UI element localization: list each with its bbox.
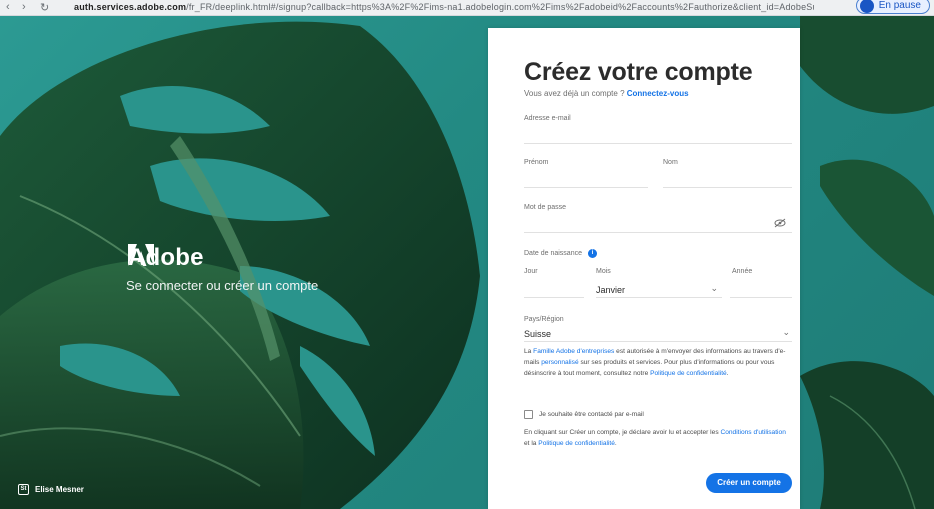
terms-text: En cliquant sur Créer un compte, je décl… xyxy=(524,427,792,449)
country-value: Suisse xyxy=(524,329,552,339)
email-contact-checkbox[interactable] xyxy=(524,410,533,419)
lastname-field[interactable] xyxy=(663,170,792,188)
forward-icon[interactable]: › xyxy=(22,1,26,13)
year-label: Année xyxy=(732,268,753,275)
email-contact-label: Je souhaite être contacté par e-mail xyxy=(539,411,644,418)
legal-text: En cliquant sur Créer un compte, je décl… xyxy=(524,429,721,436)
adobe-family-link[interactable]: Famille Adobe d'entreprises xyxy=(533,348,614,355)
legal-text: et la xyxy=(524,440,539,447)
signup-card: Créez votre compte Vous avez déjà un com… xyxy=(488,28,800,509)
month-value: Janvier xyxy=(596,285,626,295)
photo-credit-name: Elise Mesner xyxy=(35,485,84,494)
legal-text: . xyxy=(614,440,617,447)
adobe-branding: Adobe Se connecter ou créer un compte xyxy=(126,244,319,293)
adobe-stock-icon: St xyxy=(18,484,29,495)
country-select[interactable]: Suisse ⌄ xyxy=(524,325,792,342)
have-account-text: Vous avez déjà un compte ? xyxy=(524,89,625,98)
pause-label: En pause xyxy=(878,0,921,11)
info-icon[interactable]: i xyxy=(588,249,597,258)
privacy-policy-link[interactable]: Politique de confidentialité xyxy=(538,440,615,447)
email-field[interactable] xyxy=(524,126,792,144)
reload-icon[interactable]: ↻ xyxy=(40,1,49,14)
day-field[interactable] xyxy=(524,280,584,298)
privacy-policy-link[interactable]: Politique de confidentialité xyxy=(650,370,727,377)
adobe-logo-icon xyxy=(128,244,154,266)
page-title: Créez votre compte xyxy=(524,58,753,86)
address-bar[interactable]: auth.services.adobe.com/fr_FR/deeplink.h… xyxy=(74,2,814,14)
legal-text: La xyxy=(524,348,534,355)
dob-label: Date de naissance xyxy=(524,250,582,257)
sign-in-link[interactable]: Connectez-vous xyxy=(627,89,689,98)
chevron-down-icon: ⌄ xyxy=(782,327,790,337)
url-host: auth.services.adobe.com xyxy=(74,2,187,12)
day-label: Jour xyxy=(524,268,538,275)
lastname-label: Nom xyxy=(663,159,678,166)
password-field[interactable] xyxy=(524,215,792,233)
legal-text: . xyxy=(726,370,729,377)
marketing-consent-text: La Famille Adobe d'entreprises est autor… xyxy=(524,346,792,379)
email-label: Adresse e-mail xyxy=(524,115,571,122)
url-path: /fr_FR/deeplink.html#/signup?callback=ht… xyxy=(186,2,814,12)
month-select[interactable]: Janvier ⌄ xyxy=(596,280,722,298)
personalized-link[interactable]: personnalisé xyxy=(541,359,578,366)
profile-pause-button[interactable]: En pause xyxy=(855,0,930,14)
password-label: Mot de passe xyxy=(524,204,567,211)
chevron-down-icon: ⌄ xyxy=(710,283,718,293)
browser-toolbar: ‹ › ↻ auth.services.adobe.com/fr_FR/deep… xyxy=(0,0,934,16)
email-contact-checkbox-row[interactable]: Je souhaite être contacté par e-mail xyxy=(524,410,644,419)
profile-avatar-icon xyxy=(859,0,874,13)
month-label: Mois xyxy=(596,268,611,275)
photo-credit[interactable]: St Elise Mesner xyxy=(18,484,84,495)
country-label: Pays/Région xyxy=(524,316,564,323)
hide-password-icon[interactable] xyxy=(774,218,786,228)
create-account-button[interactable]: Créer un compte xyxy=(706,473,792,493)
firstname-field[interactable] xyxy=(524,170,648,188)
back-icon[interactable]: ‹ xyxy=(6,1,10,13)
terms-of-use-link[interactable]: Conditions d'utilisation xyxy=(720,429,785,436)
firstname-label: Prénom xyxy=(524,159,549,166)
have-account-line: Vous avez déjà un compte ? Connectez-vou… xyxy=(524,89,689,98)
brand-subtitle: Se connecter ou créer un compte xyxy=(126,278,319,293)
year-field[interactable] xyxy=(730,280,792,298)
